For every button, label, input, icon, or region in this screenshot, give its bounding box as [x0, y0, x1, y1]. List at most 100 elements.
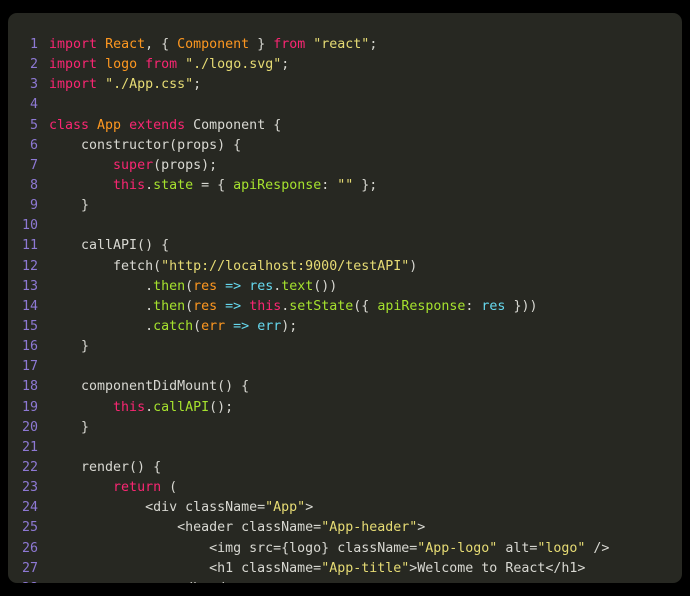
code-token: =>: [233, 318, 250, 334]
code-token: "App-title": [321, 560, 410, 576]
code-token: }: [249, 37, 274, 52]
code-token: "App": [265, 500, 306, 516]
code-line: 8 this.state = { apiResponse: "" };: [8, 176, 682, 196]
code-token: (: [185, 278, 194, 294]
code-token: err: [257, 318, 282, 334]
code-line: 18 componentDidMount() {: [8, 377, 682, 397]
code-token: <div className=: [49, 500, 266, 516]
code-line-content: import "./App.css";: [49, 77, 201, 92]
line-number: 25: [21, 520, 38, 536]
line-number: 22: [21, 459, 38, 475]
code-token: =>: [225, 298, 242, 314]
code-line: 1 import React, { Component } from "react…: [8, 35, 682, 55]
code-token: "./App.css": [105, 77, 194, 93]
code-token: "App-header": [321, 520, 418, 536]
line-number: 13: [21, 278, 38, 294]
code-token: .: [145, 177, 154, 193]
code-line-content: }: [49, 339, 89, 354]
line-number: 3: [29, 77, 38, 93]
code-token: </header>: [49, 581, 249, 583]
code-token: componentDidMount() {: [49, 379, 250, 395]
code-token: this: [113, 177, 146, 193]
line-number: 16: [21, 339, 38, 355]
code-token: ();: [209, 399, 234, 415]
code-token: ;: [369, 37, 378, 52]
code-line: 12 fetch("http://localhost:9000/testAPI"…: [8, 257, 682, 277]
code-token: App: [97, 117, 122, 133]
code-token: = {: [193, 177, 234, 193]
code-token: .: [145, 399, 154, 415]
code-token: "./logo.svg": [185, 57, 282, 73]
code-line: 3 import "./App.css";: [8, 75, 682, 95]
code-line: 10: [8, 216, 682, 236]
code-line: 9 }: [8, 196, 682, 216]
code-token: render() {: [49, 459, 162, 475]
code-token: }: [49, 419, 90, 435]
code-token: };: [353, 177, 378, 193]
code-token: >: [305, 500, 314, 516]
code-token: apiResponse: [377, 298, 466, 314]
code-scroll-area[interactable]: 1 import React, { Component } from "react…: [8, 13, 682, 583]
code-line-content: import logo from "./logo.svg";: [49, 57, 289, 72]
code-line: 16 }: [8, 337, 682, 357]
code-token: ): [409, 258, 418, 274]
code-line: 19 this.callAPI();: [8, 398, 682, 418]
line-number: 21: [21, 439, 38, 455]
code-token: setState: [289, 298, 354, 314]
line-number: 27: [21, 560, 38, 576]
code-line-content: class App extends Component {: [49, 118, 281, 133]
code-token: from: [273, 37, 306, 52]
code-token: />: [585, 540, 610, 556]
code-line: 11 callAPI() {: [8, 236, 682, 256]
code-line-content: callAPI() {: [49, 238, 169, 253]
code-token: res: [481, 298, 506, 314]
code-token: from: [145, 57, 178, 73]
line-number: 8: [29, 177, 38, 193]
code-token: logo: [105, 57, 138, 73]
code-token: , {: [145, 37, 178, 52]
code-line-content: <img src={logo} className="App-logo" alt…: [49, 541, 609, 556]
code-token: then: [153, 298, 186, 314]
code-token: (: [161, 480, 178, 496]
code-token: .: [49, 278, 154, 294]
code-line: 21: [8, 438, 682, 458]
code-token: (props);: [153, 157, 218, 173]
code-token: "react": [313, 37, 370, 52]
code-token: res: [193, 278, 218, 294]
code-token: >: [417, 520, 426, 536]
line-number: 19: [21, 399, 38, 415]
code-line: 6 constructor(props) {: [8, 136, 682, 156]
code-token: }: [49, 198, 90, 214]
code-line: 4: [8, 95, 682, 115]
code-token: ()): [313, 278, 338, 294]
code-token: "logo": [537, 540, 586, 556]
code-token: return: [113, 480, 162, 496]
code-token: "App-logo": [417, 540, 498, 556]
code-token: >Welcome to React</h1>: [409, 560, 586, 576]
code-token: this: [249, 298, 282, 314]
code-line-content: .then(res => this.setState({ apiResponse…: [49, 299, 537, 314]
code-token: text: [281, 278, 314, 294]
code-token: })): [505, 298, 538, 314]
code-token: import: [49, 37, 98, 52]
line-number: 5: [29, 117, 38, 133]
code-token: <img src={logo} className=: [49, 540, 418, 556]
code-token: err: [201, 318, 226, 334]
line-number: 14: [21, 298, 38, 314]
code-token: (: [193, 318, 202, 334]
code-token: .: [49, 298, 154, 314]
code-line: 26 <img src={logo} className="App-logo" …: [8, 539, 682, 559]
line-number: 24: [21, 500, 38, 516]
code-line-content: <header className="App-header">: [49, 520, 425, 535]
code-line: 22 render() {: [8, 458, 682, 478]
code-line-content: this.state = { apiResponse: "" };: [49, 178, 377, 193]
